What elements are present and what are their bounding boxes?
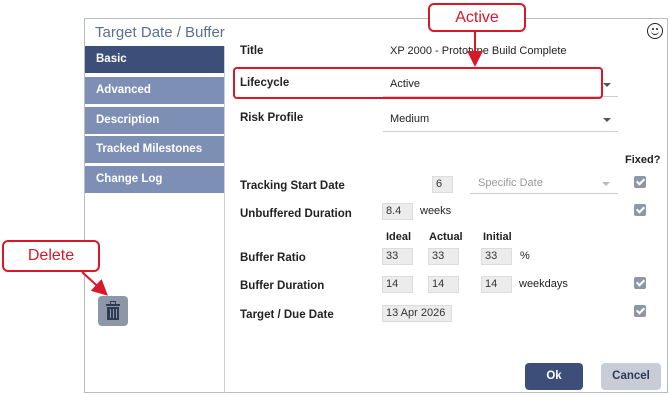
page: Target Date / Buffer Basic Advanced Desc… [0, 0, 670, 395]
delete-arrow [81, 271, 108, 296]
annotation-arrows [81, 32, 483, 296]
